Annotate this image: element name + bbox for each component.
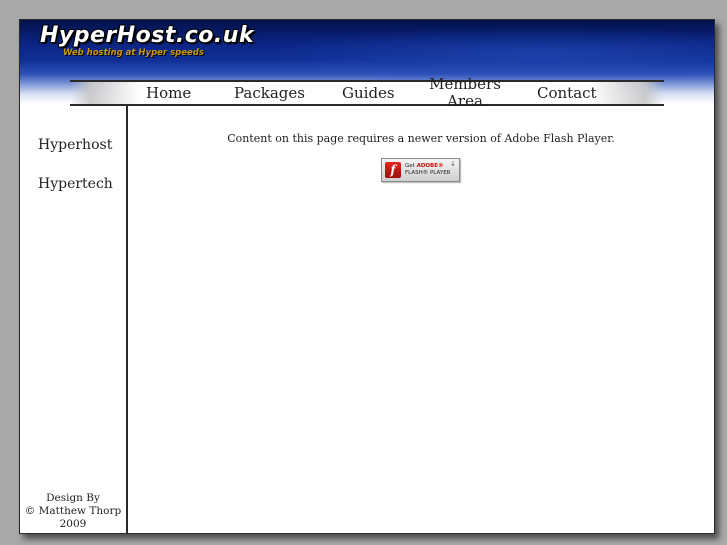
flash-badge-adobe: ADOBE® — [416, 163, 444, 169]
main-nav-bar: Home Packages Guides Members Area Contac… — [70, 76, 664, 110]
credit-line-2: © Matthew Thorp — [24, 505, 122, 517]
flash-badge-get: Get — [405, 163, 415, 169]
nav-packages[interactable]: Packages — [234, 82, 305, 104]
credit-line-3: 2009 — [59, 518, 87, 530]
sidebar-link-hyperhost[interactable]: Hyperhost — [38, 137, 112, 153]
nav-home[interactable]: Home — [146, 82, 191, 104]
flash-required-message: Content on this page requires a newer ve… — [227, 132, 615, 145]
flash-player-icon: f — [385, 162, 401, 178]
nav-guides[interactable]: Guides — [342, 82, 395, 104]
site-logo[interactable]: HyperHost.co.uk Web hosting at Hyper spe… — [40, 23, 255, 58]
site-tagline: Web hosting at Hyper speeds — [63, 48, 204, 58]
sidebar-link-hypertech[interactable]: Hypertech — [38, 176, 113, 192]
flash-badge-player: FLASH® PLAYER — [405, 170, 451, 176]
credit-line-1: Design By — [46, 492, 100, 504]
sidebar: Hyperhost Hypertech Design By © Matthew … — [20, 106, 128, 533]
nav-members-area[interactable]: Members Area — [425, 76, 505, 110]
page-container: HyperHost.co.uk Web hosting at Hyper spe… — [19, 19, 715, 534]
download-arrow-icon: ↓ — [450, 160, 456, 168]
get-flash-player-button[interactable]: f Get ADOBE® FLASH® PLAYER ↓ — [381, 158, 460, 182]
site-title: HyperHost.co.uk — [40, 23, 255, 48]
flash-badge-text: Get ADOBE® FLASH® PLAYER — [405, 163, 451, 177]
design-credit: Design By © Matthew Thorp 2009 — [20, 492, 126, 531]
nav-contact[interactable]: Contact — [537, 82, 597, 104]
